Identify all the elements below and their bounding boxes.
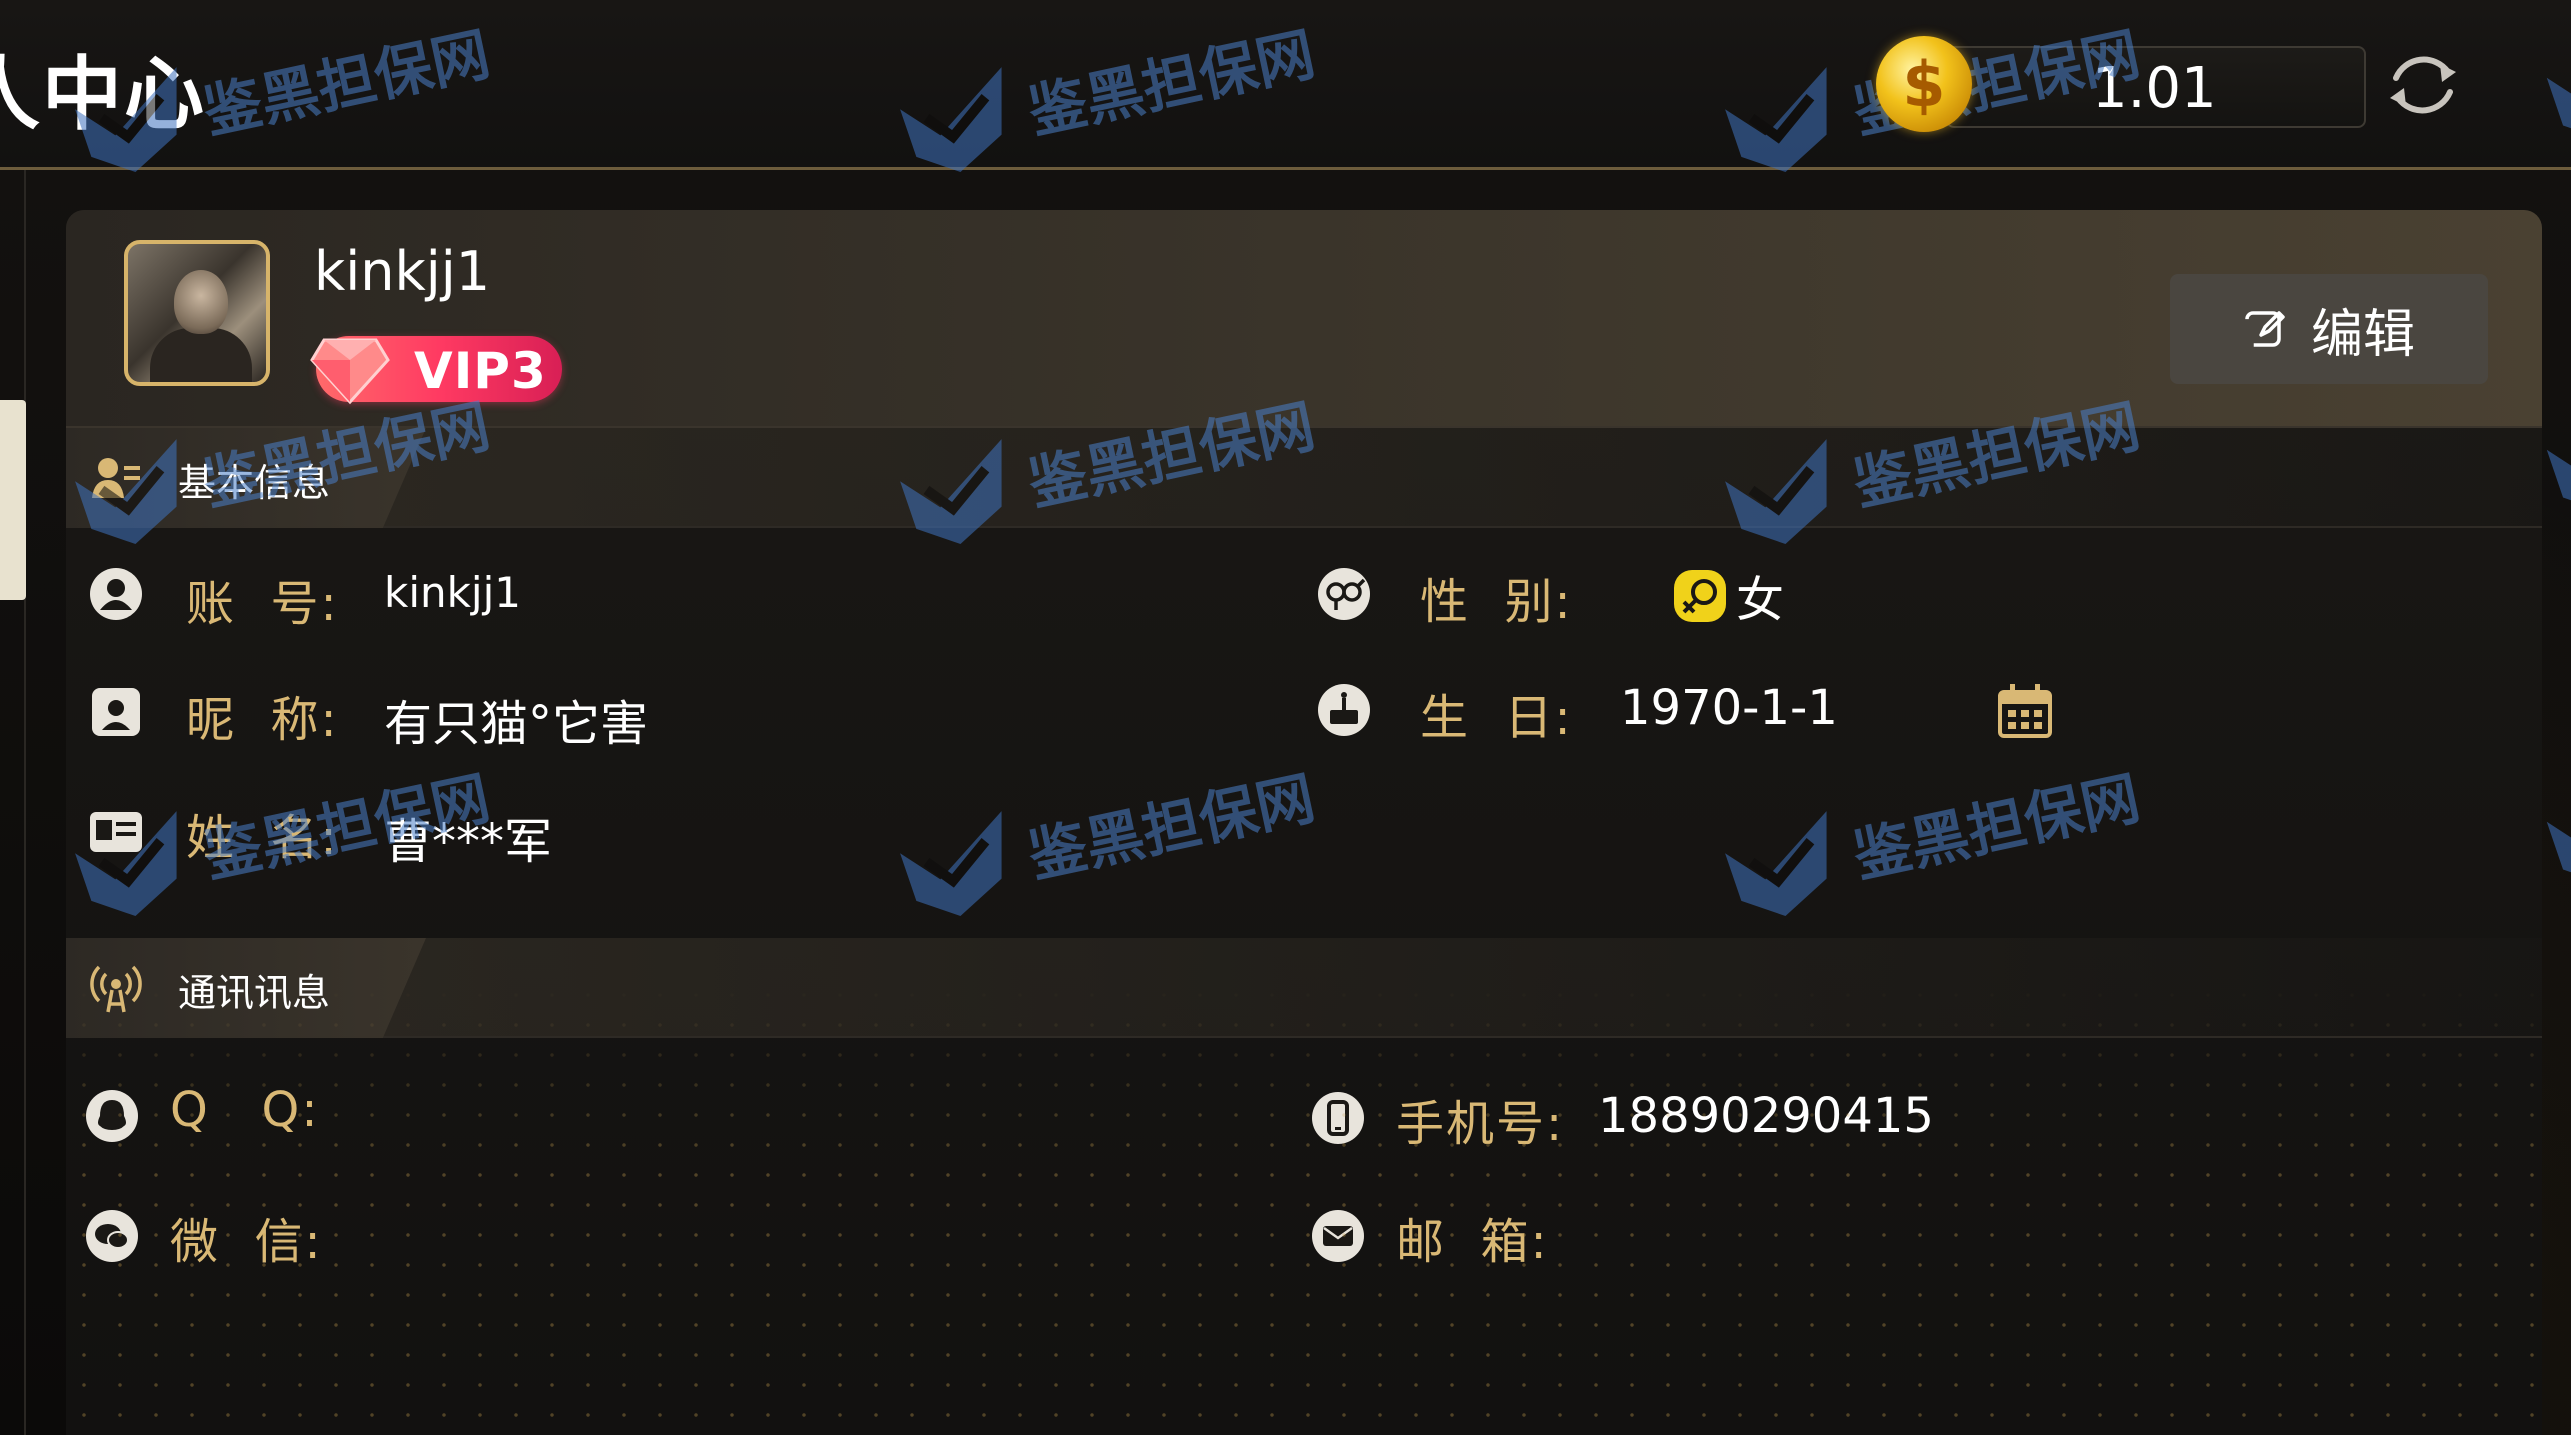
- basic-info-tab: 基本信息: [66, 428, 426, 528]
- diamond-icon: [310, 338, 390, 405]
- id-card-icon: [90, 812, 142, 852]
- gender-icon: [1318, 568, 1370, 620]
- birthday-value: 1970-1-1: [1620, 680, 1838, 736]
- calendar-icon[interactable]: [1996, 682, 2054, 740]
- nickname-label: 昵 称:: [186, 692, 339, 748]
- username: kinkjj1: [314, 240, 491, 303]
- contact-info-header: 通讯讯息: [66, 938, 2542, 1038]
- user-icon: [90, 568, 142, 620]
- top-bar: 人中心 1.01 $: [0, 0, 2571, 170]
- email-label: 邮 箱:: [1396, 1214, 1549, 1270]
- birthday-cake-icon: [1318, 684, 1370, 736]
- vip-level: VIP3: [414, 342, 547, 400]
- signal-icon: [90, 965, 142, 1013]
- contact-info-tab: 通讯讯息: [66, 938, 426, 1038]
- basic-info-header: 基本信息: [66, 428, 2542, 528]
- gender-label: 性 别:: [1420, 574, 1573, 630]
- phone-value: 18890290415: [1598, 1088, 1934, 1144]
- account-value: kinkjj1: [384, 568, 521, 617]
- edit-icon: [2245, 311, 2285, 347]
- email-icon: [1312, 1210, 1364, 1262]
- personal-center-screen: 人中心 1.01 $ kinkjj1: [0, 0, 2571, 1435]
- wechat-icon: [86, 1210, 138, 1262]
- left-divider: [24, 170, 26, 1435]
- birthday-label: 生 日:: [1420, 690, 1573, 746]
- phone-icon: [1312, 1092, 1364, 1144]
- real-name-value: 曹***军: [384, 814, 553, 870]
- wechat-label: 微 信:: [170, 1214, 323, 1270]
- profile-card: kinkjj1 VIP3 编辑 基本信息 账 号: kinkjj1 性 别: 女…: [66, 210, 2542, 1435]
- vip-badge: VIP3: [310, 336, 562, 405]
- account-label: 账 号:: [186, 576, 339, 632]
- avatar[interactable]: [124, 240, 270, 386]
- avatar-body: [150, 328, 252, 382]
- balance-display: 1.01: [1946, 46, 2366, 128]
- side-tab-handle[interactable]: [0, 400, 26, 600]
- coin-icon: $: [1876, 36, 1972, 132]
- user-card-icon: [92, 458, 140, 498]
- nickname-value: 有只猫°它害: [384, 696, 649, 752]
- nickname-icon: [92, 688, 140, 736]
- basic-info-title: 基本信息: [178, 461, 331, 505]
- female-icon: [1674, 570, 1726, 622]
- edit-button[interactable]: 编辑: [2170, 274, 2488, 384]
- profile-header: kinkjj1 VIP3 编辑: [66, 210, 2542, 428]
- real-name-label: 姓 名:: [186, 810, 339, 866]
- qq-label: Q Q:: [170, 1082, 320, 1138]
- gender-value: 女: [1736, 572, 1785, 628]
- page-title: 人中心: [0, 48, 206, 141]
- avatar-face: [174, 270, 228, 334]
- phone-label: 手机号:: [1396, 1096, 1565, 1152]
- contact-info-title: 通讯讯息: [178, 971, 331, 1015]
- refresh-icon[interactable]: [2380, 42, 2466, 128]
- edit-label: 编辑: [2310, 304, 2415, 365]
- balance-value: 1.01: [2092, 56, 2217, 121]
- qq-icon: [86, 1090, 138, 1142]
